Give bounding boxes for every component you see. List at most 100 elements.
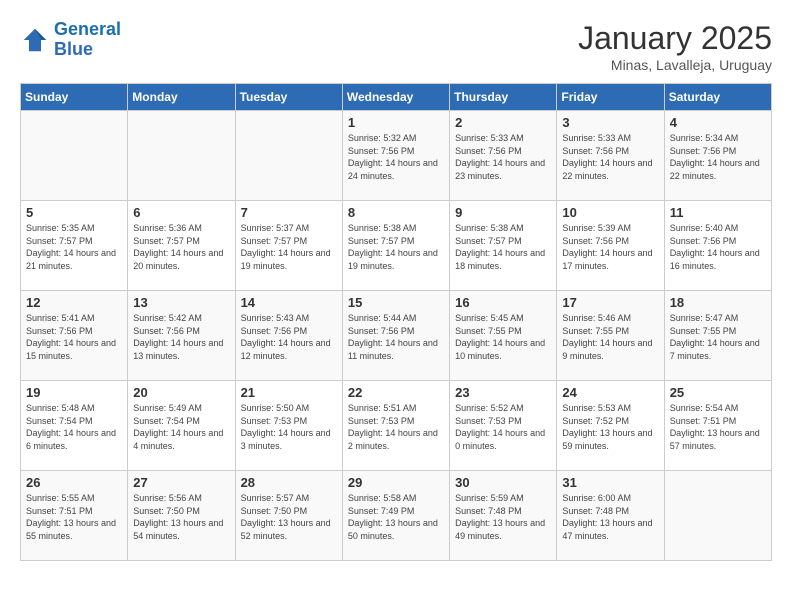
calendar-cell: 10Sunrise: 5:39 AM Sunset: 7:56 PM Dayli… [557, 201, 664, 291]
day-number: 20 [133, 385, 229, 400]
calendar-cell: 24 Sunrise: 5:53 AM Sunset: 7:52 PM Dayli… [557, 381, 664, 471]
day-number: 24 [562, 385, 658, 400]
cell-content: Sunrise: 5:49 AM Sunset: 7:54 PM Dayligh… [133, 402, 229, 452]
calendar-week-row: 26 Sunrise: 5:55 AM Sunset: 7:51 PM Dayli… [21, 471, 772, 561]
logo-text: General Blue [54, 20, 121, 60]
calendar-cell: 8Sunrise: 5:38 AM Sunset: 7:57 PM Daylig… [342, 201, 449, 291]
calendar-cell: 1 Sunrise: 5:32 AM Sunset: 7:56 PM Daylig… [342, 111, 449, 201]
day-number: 19 [26, 385, 122, 400]
logo-icon [20, 25, 50, 55]
cell-content: Sunrise: 5:59 AM Sunset: 7:48 PM Dayligh… [455, 492, 551, 542]
month-title: January 2025 [578, 20, 772, 57]
cell-content: Sunrise: 5:35 AM Sunset: 7:57 PM Dayligh… [26, 222, 122, 272]
calendar-cell: 17 Sunrise: 5:46 AM Sunset: 7:55 PM Dayli… [557, 291, 664, 381]
calendar-cell [128, 111, 235, 201]
logo: General Blue [20, 20, 121, 60]
day-number: 15 [348, 295, 444, 310]
calendar-cell: 7 Sunrise: 5:37 AM Sunset: 7:57 PM Daylig… [235, 201, 342, 291]
calendar-cell: 13 Sunrise: 5:42 AM Sunset: 7:56 PM Dayli… [128, 291, 235, 381]
day-number: 13 [133, 295, 229, 310]
day-number: 29 [348, 475, 444, 490]
day-header-friday: Friday [557, 84, 664, 111]
page-header: General Blue January 2025 Minas, Lavalle… [20, 20, 772, 73]
cell-content: Sunrise: 5:42 AM Sunset: 7:56 PM Dayligh… [133, 312, 229, 362]
calendar-cell: 21 Sunrise: 5:50 AM Sunset: 7:53 PM Dayli… [235, 381, 342, 471]
cell-content: Sunrise: 5:58 AM Sunset: 7:49 PM Dayligh… [348, 492, 444, 542]
day-number: 30 [455, 475, 551, 490]
cell-content: Sunrise: 5:52 AM Sunset: 7:53 PM Dayligh… [455, 402, 551, 452]
calendar-week-row: 19 Sunrise: 5:48 AM Sunset: 7:54 PM Dayli… [21, 381, 772, 471]
cell-content: Sunrise: 5:46 AM Sunset: 7:55 PM Dayligh… [562, 312, 658, 362]
cell-content: Sunrise: 5:43 AM Sunset: 7:56 PM Dayligh… [241, 312, 337, 362]
day-header-monday: Monday [128, 84, 235, 111]
day-number: 22 [348, 385, 444, 400]
calendar-cell: 27 Sunrise: 5:56 AM Sunset: 7:50 PM Dayli… [128, 471, 235, 561]
day-number: 12 [26, 295, 122, 310]
cell-content: Sunrise: 5:32 AM Sunset: 7:56 PM Dayligh… [348, 132, 444, 182]
calendar-cell: 3 Sunrise: 5:33 AM Sunset: 7:56 PM Daylig… [557, 111, 664, 201]
day-number: 9 [455, 205, 551, 220]
day-number: 26 [26, 475, 122, 490]
day-number: 27 [133, 475, 229, 490]
calendar-cell: 9 Sunrise: 5:38 AM Sunset: 7:57 PM Daylig… [450, 201, 557, 291]
cell-content: Sunrise: 5:38 AM Sunset: 7:57 PM Dayligh… [455, 222, 551, 272]
calendar-cell: 14 Sunrise: 5:43 AM Sunset: 7:56 PM Dayli… [235, 291, 342, 381]
calendar-week-row: 5 Sunrise: 5:35 AM Sunset: 7:57 PM Daylig… [21, 201, 772, 291]
day-number: 1 [348, 115, 444, 130]
cell-content: Sunrise: 5:57 AM Sunset: 7:50 PM Dayligh… [241, 492, 337, 542]
cell-content: Sunrise: 5:48 AM Sunset: 7:54 PM Dayligh… [26, 402, 122, 452]
day-number: 21 [241, 385, 337, 400]
day-header-tuesday: Tuesday [235, 84, 342, 111]
cell-content: Sunrise: 5:56 AM Sunset: 7:50 PM Dayligh… [133, 492, 229, 542]
calendar-cell: 11Sunrise: 5:40 AM Sunset: 7:56 PM Dayli… [664, 201, 771, 291]
cell-content: Sunrise: 5:33 AM Sunset: 7:56 PM Dayligh… [562, 132, 658, 182]
cell-content: Sunrise: 5:38 AM Sunset: 7:57 PM Dayligh… [348, 222, 444, 272]
day-number: 17 [562, 295, 658, 310]
calendar-cell: 20 Sunrise: 5:49 AM Sunset: 7:54 PM Dayli… [128, 381, 235, 471]
calendar-table: SundayMondayTuesdayWednesdayThursdayFrid… [20, 83, 772, 561]
day-number: 18 [670, 295, 766, 310]
day-number: 16 [455, 295, 551, 310]
cell-content: Sunrise: 5:54 AM Sunset: 7:51 PM Dayligh… [670, 402, 766, 452]
cell-content: Sunrise: 5:50 AM Sunset: 7:53 PM Dayligh… [241, 402, 337, 452]
calendar-cell [235, 111, 342, 201]
calendar-cell: 4 Sunrise: 5:34 AM Sunset: 7:56 PM Daylig… [664, 111, 771, 201]
cell-content: Sunrise: 5:40 AM Sunset: 7:56 PM Dayligh… [670, 222, 766, 272]
day-header-thursday: Thursday [450, 84, 557, 111]
calendar-cell: 31 Sunrise: 6:00 AM Sunset: 7:48 PM Dayli… [557, 471, 664, 561]
calendar-cell: 30 Sunrise: 5:59 AM Sunset: 7:48 PM Dayli… [450, 471, 557, 561]
location-subtitle: Minas, Lavalleja, Uruguay [578, 57, 772, 73]
cell-content: Sunrise: 5:53 AM Sunset: 7:52 PM Dayligh… [562, 402, 658, 452]
cell-content: Sunrise: 5:41 AM Sunset: 7:56 PM Dayligh… [26, 312, 122, 362]
cell-content: Sunrise: 5:55 AM Sunset: 7:51 PM Dayligh… [26, 492, 122, 542]
day-number: 3 [562, 115, 658, 130]
day-header-wednesday: Wednesday [342, 84, 449, 111]
day-number: 31 [562, 475, 658, 490]
day-number: 10 [562, 205, 658, 220]
cell-content: Sunrise: 5:34 AM Sunset: 7:56 PM Dayligh… [670, 132, 766, 182]
day-number: 6 [133, 205, 229, 220]
cell-content: Sunrise: 5:51 AM Sunset: 7:53 PM Dayligh… [348, 402, 444, 452]
calendar-cell: 5 Sunrise: 5:35 AM Sunset: 7:57 PM Daylig… [21, 201, 128, 291]
calendar-cell: 18Sunrise: 5:47 AM Sunset: 7:55 PM Dayli… [664, 291, 771, 381]
calendar-cell: 26 Sunrise: 5:55 AM Sunset: 7:51 PM Dayli… [21, 471, 128, 561]
calendar-cell [21, 111, 128, 201]
calendar-week-row: 12 Sunrise: 5:41 AM Sunset: 7:56 PM Dayli… [21, 291, 772, 381]
cell-content: Sunrise: 5:36 AM Sunset: 7:57 PM Dayligh… [133, 222, 229, 272]
day-header-saturday: Saturday [664, 84, 771, 111]
day-number: 7 [241, 205, 337, 220]
calendar-cell: 28 Sunrise: 5:57 AM Sunset: 7:50 PM Dayli… [235, 471, 342, 561]
calendar-week-row: 1 Sunrise: 5:32 AM Sunset: 7:56 PM Daylig… [21, 111, 772, 201]
cell-content: Sunrise: 5:37 AM Sunset: 7:57 PM Dayligh… [241, 222, 337, 272]
day-number: 14 [241, 295, 337, 310]
calendar-cell: 2Sunrise: 5:33 AM Sunset: 7:56 PM Daylig… [450, 111, 557, 201]
day-number: 5 [26, 205, 122, 220]
cell-content: Sunrise: 6:00 AM Sunset: 7:48 PM Dayligh… [562, 492, 658, 542]
calendar-cell: 12 Sunrise: 5:41 AM Sunset: 7:56 PM Dayli… [21, 291, 128, 381]
day-number: 4 [670, 115, 766, 130]
day-number: 2 [455, 115, 551, 130]
day-number: 28 [241, 475, 337, 490]
calendar-header-row: SundayMondayTuesdayWednesdayThursdayFrid… [21, 84, 772, 111]
calendar-cell: 29 Sunrise: 5:58 AM Sunset: 7:49 PM Dayli… [342, 471, 449, 561]
calendar-cell: 23Sunrise: 5:52 AM Sunset: 7:53 PM Dayli… [450, 381, 557, 471]
